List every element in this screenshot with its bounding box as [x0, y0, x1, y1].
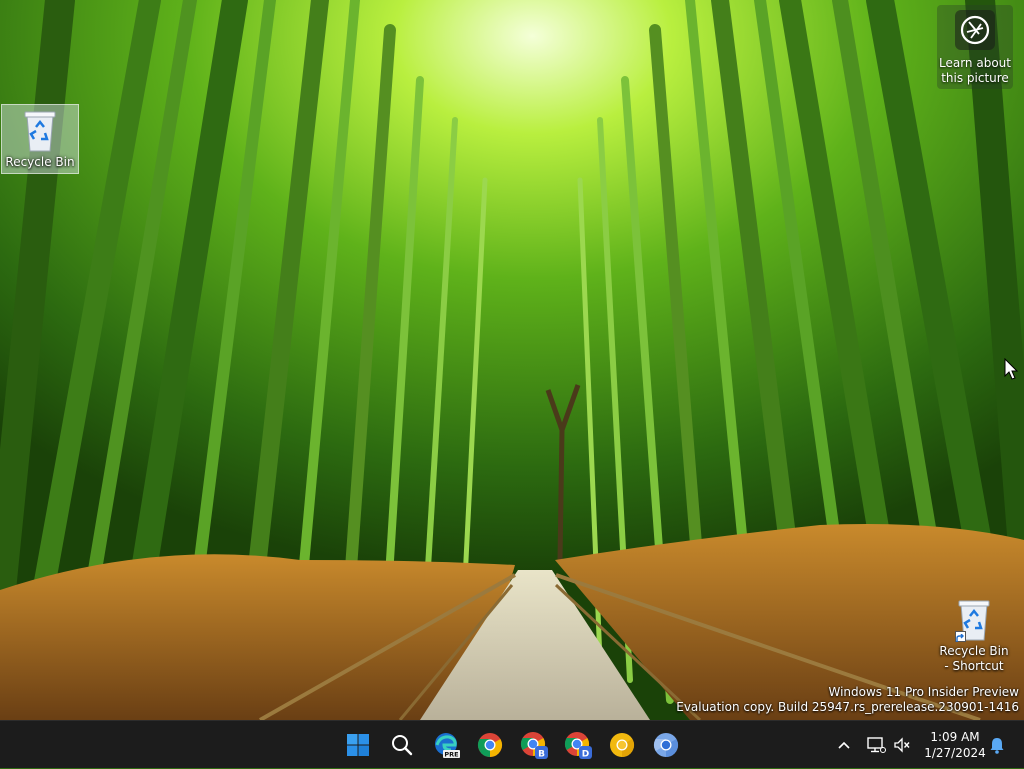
spotlight-label: Learn about this picture [939, 56, 1011, 85]
chromium-icon [653, 733, 679, 757]
learn-about-this-picture[interactable]: Learn about this picture [937, 5, 1013, 89]
desktop-icon-recycle-bin-shortcut[interactable]: Recycle Bin - Shortcut [936, 594, 1012, 676]
desktop-wallpaper [0, 0, 1024, 720]
volume-button[interactable] [890, 721, 914, 769]
chrome-dev-icon: D [564, 732, 592, 760]
desktop-icon-recycle-bin[interactable]: Recycle Bin [1, 104, 79, 174]
chrome-canary-icon [610, 733, 635, 757]
search-icon [392, 735, 413, 756]
watermark-edition: Windows 11 Pro Insider Preview [828, 685, 1019, 699]
notification-center-button[interactable] [986, 721, 1008, 769]
chrome-beta-icon: B [520, 732, 548, 760]
taskbar-edge-canary[interactable]: PRE [430, 729, 462, 761]
taskbar-chrome-canary[interactable] [606, 729, 638, 761]
clock[interactable]: 1:09 AM 1/27/2024 [918, 729, 992, 761]
taskbar-chrome[interactable] [474, 729, 506, 761]
recycle-bin-shortcut-icon [955, 598, 993, 642]
taskbar-chromium[interactable] [650, 729, 682, 761]
chrome-dev-badge: D [582, 750, 589, 760]
build-watermark: Windows 11 Pro Insider Preview Evaluatio… [676, 685, 1019, 715]
search-button[interactable] [386, 729, 418, 761]
mouse-pointer-icon [1004, 358, 1018, 380]
chrome-icon [477, 733, 503, 757]
network-icon [867, 737, 886, 753]
camera-icon [955, 10, 995, 50]
volume-muted-icon [894, 737, 910, 753]
edge-pre-icon: PRE [435, 733, 460, 759]
desktop-icon-label: Recycle Bin - Shortcut [939, 644, 1009, 673]
chevron-up-icon [838, 741, 850, 749]
watermark-build: Evaluation copy. Build 25947.rs_prerelea… [676, 700, 1019, 714]
shortcut-arrow-icon [955, 631, 966, 642]
start-button[interactable] [342, 729, 374, 761]
clock-time: 1:09 AM [930, 730, 980, 744]
clock-date: 1/27/2024 [924, 746, 986, 760]
network-button[interactable] [864, 721, 888, 769]
taskbar-chrome-dev[interactable]: D [562, 729, 594, 761]
edge-pre-badge: PRE [444, 751, 458, 759]
taskbar: PRE B D 1:09 AM 1/27/2024 [0, 720, 1024, 768]
desktop-icon-label: Recycle Bin [5, 155, 75, 169]
taskbar-chrome-beta[interactable]: B [518, 729, 550, 761]
chrome-beta-badge: B [538, 750, 545, 760]
show-hidden-icons-button[interactable] [832, 721, 856, 769]
recycle-bin-icon [21, 109, 59, 153]
windows-start-icon [347, 734, 369, 756]
notification-bell-icon [990, 738, 1004, 754]
